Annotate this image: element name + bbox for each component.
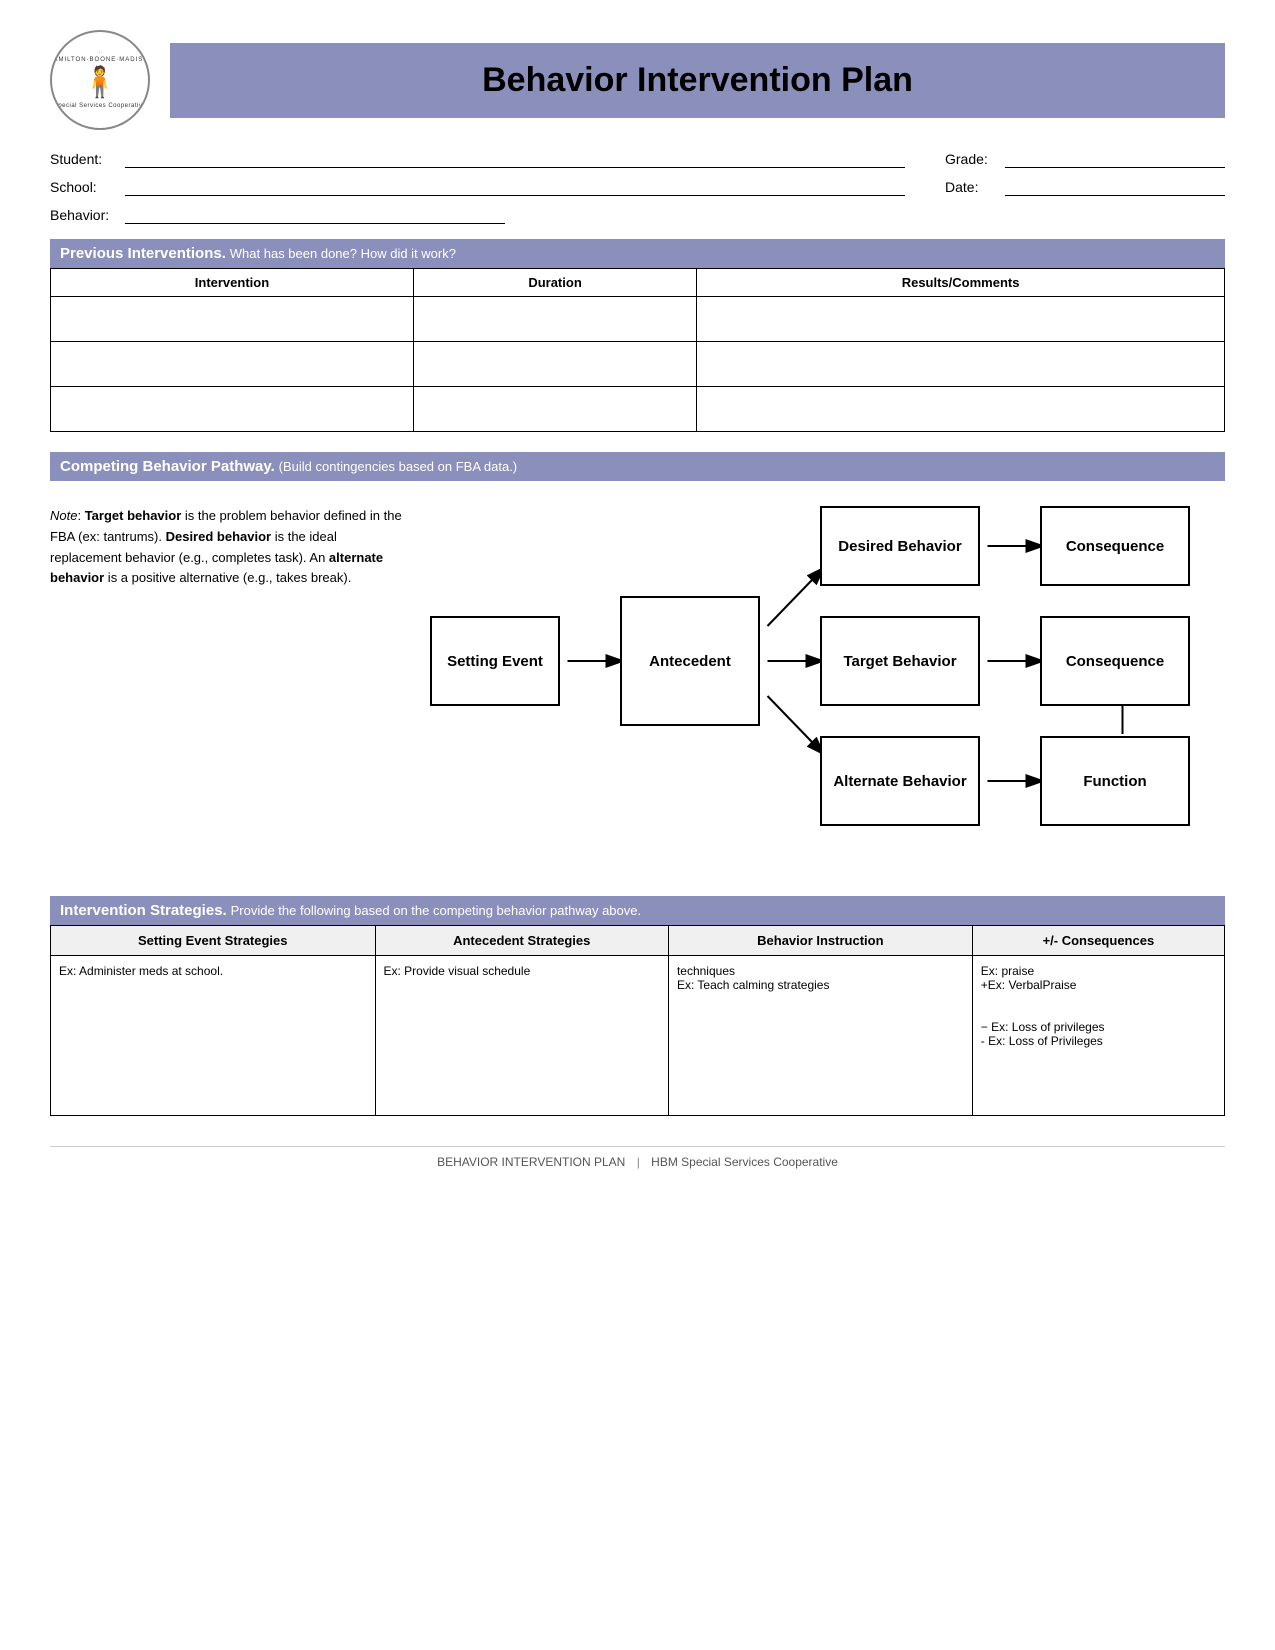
cell[interactable] (413, 297, 696, 342)
strategies-header: Intervention Strategies. Provide the fol… (50, 896, 1225, 925)
consequences-cell[interactable]: Ex: praise +Ex: VerbalPraise − Ex: Loss … (972, 956, 1224, 1116)
cell-text: Ex: Provide visual schedule (384, 964, 531, 978)
strategies-row: Ex: Administer meds at school. Ex: Provi… (51, 956, 1225, 1116)
behavior-input[interactable] (125, 206, 505, 224)
box-setting-event: Setting Event (430, 616, 560, 706)
competing-title: Competing Behavior Pathway. (60, 458, 275, 475)
school-input[interactable] (125, 178, 905, 196)
function-label: Function (1083, 773, 1146, 790)
cell[interactable] (51, 297, 414, 342)
competing-header: Competing Behavior Pathway. (Build conti… (50, 452, 1225, 481)
cell[interactable] (697, 387, 1225, 432)
footer-right: HBM Special Services Cooperative (651, 1155, 838, 1169)
interventions-table: Intervention Duration Results/Comments (50, 268, 1225, 432)
student-label: Student: (50, 151, 125, 167)
table-row (51, 342, 1225, 387)
antecedent-strategies-cell[interactable]: Ex: Provide visual schedule (375, 956, 668, 1116)
strategies-table: Setting Event Strategies Antecedent Stra… (50, 925, 1225, 1116)
target-behavior-label: Target Behavior (843, 653, 956, 670)
cell[interactable] (51, 342, 414, 387)
pathway-diagram: Desired Behavior Consequence Setting Eve… (430, 496, 1225, 876)
consequence-top-label: Consequence (1066, 538, 1164, 555)
box-function: Function (1040, 736, 1190, 826)
table-row (51, 387, 1225, 432)
prev-interventions-subtitle: What has been done? How did it work? (230, 246, 456, 261)
logo-arc-bottom: Special Services Cooperative (50, 103, 150, 110)
competing-content: Note: Target behavior is the problem beh… (50, 496, 1225, 876)
page-header: · HAMILTON·BOONE·MADISO· 🧍 Special Servi… (50, 30, 1225, 130)
grade-input[interactable] (1005, 150, 1225, 168)
cell[interactable] (697, 342, 1225, 387)
footer-left: BEHAVIOR INTERVENTION PLAN (437, 1155, 625, 1169)
school-row: School: Date: (50, 178, 1225, 196)
page-footer: BEHAVIOR INTERVENTION PLAN | HBM Special… (50, 1146, 1225, 1169)
desired-behavior-label: Desired Behavior (838, 538, 961, 555)
col-setting-event-strategies: Setting Event Strategies (51, 926, 376, 956)
competing-note: Note: Target behavior is the problem beh… (50, 496, 430, 589)
col-behavior-instruction: Behavior Instruction (668, 926, 972, 956)
strategies-section: Intervention Strategies. Provide the fol… (50, 896, 1225, 1116)
col-consequences: +/- Consequences (972, 926, 1224, 956)
page-title: Behavior Intervention Plan (482, 61, 913, 99)
footer-separator: | (637, 1155, 640, 1169)
grade-label: Grade: (945, 151, 1000, 167)
logo-figure: 🧍 (50, 65, 150, 101)
cell-text-line3: − Ex: Loss of privileges (981, 1020, 1105, 1034)
cell-text-line1: Ex: praise (981, 964, 1034, 978)
cell-text-line4: - Ex: Loss of Privileges (981, 1034, 1103, 1048)
alternate-behavior-label: Alternate Behavior (833, 773, 966, 790)
box-consequence-top: Consequence (1040, 506, 1190, 586)
prev-interventions-header: Previous Interventions. What has been do… (50, 239, 1225, 268)
competing-subtitle: (Build contingencies based on FBA data.) (279, 459, 517, 474)
student-input[interactable] (125, 150, 905, 168)
box-consequence-mid: Consequence (1040, 616, 1190, 706)
table-row (51, 297, 1225, 342)
box-alternate-behavior: Alternate Behavior (820, 736, 980, 826)
strategies-title: Intervention Strategies. (60, 902, 227, 919)
consequence-mid-label: Consequence (1066, 653, 1164, 670)
cell-text-line2: +Ex: VerbalPraise (981, 978, 1077, 992)
form-fields: Student: Grade: School: Date: Behavior: (50, 150, 1225, 224)
date-input[interactable] (1005, 178, 1225, 196)
competing-note-text: Note: Target behavior is the problem beh… (50, 508, 402, 585)
logo: · HAMILTON·BOONE·MADISO· 🧍 Special Servi… (50, 30, 150, 130)
strategies-subtitle: Provide the following based on the compe… (231, 903, 642, 918)
cell[interactable] (51, 387, 414, 432)
setting-event-label: Setting Event (447, 653, 543, 670)
box-antecedent: Antecedent (620, 596, 760, 726)
behavior-label: Behavior: (50, 207, 125, 223)
col-duration: Duration (413, 269, 696, 297)
cell-text-line2: Ex: Teach calming strategies (677, 978, 830, 992)
title-box: Behavior Intervention Plan (170, 43, 1225, 118)
setting-event-strategies-cell[interactable]: Ex: Administer meds at school. (51, 956, 376, 1116)
cell[interactable] (697, 297, 1225, 342)
cell[interactable] (413, 387, 696, 432)
logo-arc-top: · HAMILTON·BOONE·MADISO· (50, 50, 150, 64)
competing-section: Competing Behavior Pathway. (Build conti… (50, 452, 1225, 876)
col-results: Results/Comments (697, 269, 1225, 297)
student-row: Student: Grade: (50, 150, 1225, 168)
school-label: School: (50, 179, 125, 195)
behavior-instruction-cell[interactable]: techniques Ex: Teach calming strategies (668, 956, 972, 1116)
date-label: Date: (945, 179, 1000, 195)
behavior-row: Behavior: (50, 206, 1225, 224)
prev-interventions-title: Previous Interventions. (60, 245, 226, 262)
cell[interactable] (413, 342, 696, 387)
col-intervention: Intervention (51, 269, 414, 297)
col-antecedent-strategies: Antecedent Strategies (375, 926, 668, 956)
box-target-behavior: Target Behavior (820, 616, 980, 706)
previous-interventions-section: Previous Interventions. What has been do… (50, 239, 1225, 432)
antecedent-label: Antecedent (649, 653, 731, 670)
box-desired-behavior: Desired Behavior (820, 506, 980, 586)
cell-text-line1: techniques (677, 964, 735, 978)
cell-text: Ex: Administer meds at school. (59, 964, 223, 978)
